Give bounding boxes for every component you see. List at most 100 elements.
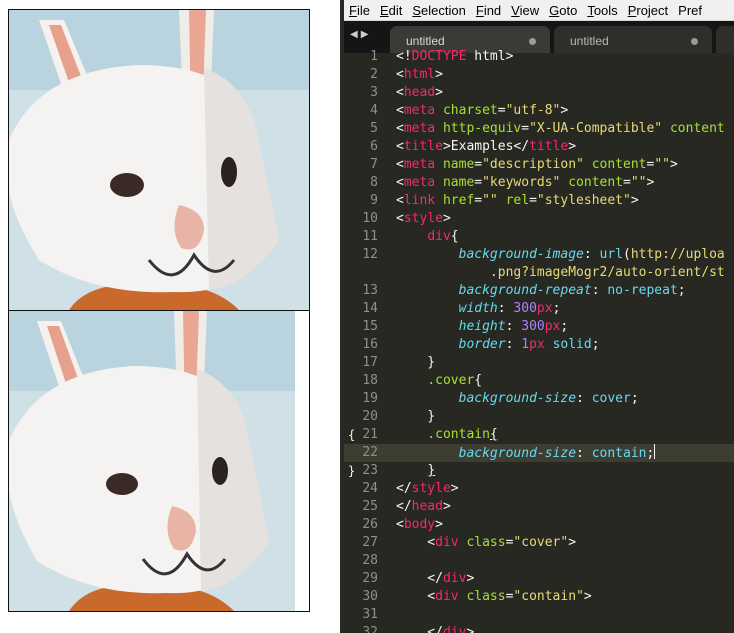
code-text: border: 1px solid;	[458, 337, 600, 352]
menu-tools[interactable]: Tools	[582, 3, 622, 18]
contain-demo-box	[8, 310, 310, 612]
code-text: .contain{	[427, 427, 498, 442]
code-line[interactable]: 9 <link href="" rel="stylesheet">	[344, 192, 734, 210]
code-line[interactable]: 26 <body>	[344, 516, 734, 534]
menu-preferences[interactable]: Pref	[673, 3, 707, 18]
line-number: 5	[370, 121, 378, 136]
code-text: <title>Examples</title>	[396, 139, 577, 154]
code-line[interactable]: 31	[344, 606, 734, 624]
line-number: 17	[362, 355, 378, 370]
code-line[interactable]: 8 <meta name="keywords" content="">	[344, 174, 734, 192]
code-line[interactable]: 23} }	[344, 462, 734, 480]
code-text: <meta name="description" content="">	[396, 157, 678, 172]
code-text: <meta http-equiv="X-UA-Compatible" conte…	[396, 121, 725, 136]
code-text: <meta name="keywords" content="">	[396, 175, 655, 190]
line-number: 32	[362, 625, 378, 633]
line-number: 8	[370, 175, 378, 190]
code-line[interactable]: 18 .cover{	[344, 372, 734, 390]
code-line[interactable]: 1 <!DOCTYPE html>	[344, 48, 734, 66]
menu-goto[interactable]: Goto	[544, 3, 582, 18]
line-number: 16	[362, 337, 378, 352]
code-text: height: 300px;	[458, 319, 569, 334]
code-line[interactable]: 11 div{	[344, 228, 734, 246]
code-text: <html>	[396, 67, 443, 82]
line-number: 25	[362, 499, 378, 514]
code-line[interactable]: 6 <title>Examples</title>	[344, 138, 734, 156]
line-number: 18	[362, 373, 378, 388]
code-line[interactable]: 7 <meta name="description" content="">	[344, 156, 734, 174]
menu-view[interactable]: View	[506, 3, 544, 18]
code-text: }	[427, 463, 436, 478]
fold-marker-icon[interactable]: {	[348, 426, 355, 444]
line-number: 11	[362, 229, 378, 244]
code-line[interactable]: 3 <head>	[344, 84, 734, 102]
unsaved-dot-icon[interactable]	[691, 38, 698, 45]
code-line[interactable]: 29 </div>	[344, 570, 734, 588]
menu-find[interactable]: Find	[471, 3, 506, 18]
code-line[interactable]: 22 background-size: contain;	[344, 444, 734, 462]
rabbit-mask-photo-cover	[9, 10, 309, 310]
menu-file[interactable]: File	[344, 3, 375, 18]
line-number: 4	[370, 103, 378, 118]
code-text: <div class="cover">	[396, 535, 577, 550]
line-number: 24	[362, 481, 378, 496]
line-number: 20	[362, 409, 378, 424]
menu-project[interactable]: Project	[623, 3, 673, 18]
code-text: <body>	[396, 517, 443, 532]
code-line[interactable]: 2 <html>	[344, 66, 734, 84]
fold-marker-icon[interactable]: }	[348, 462, 355, 480]
tab-nav-arrows-icon[interactable]: ◀▶	[350, 29, 371, 40]
code-line[interactable]: 10 <style>	[344, 210, 734, 228]
code-line[interactable]: .png?imageMogr2/auto-orient/st	[344, 264, 734, 282]
code-line[interactable]: 12 background-image: url(http://uploa	[344, 246, 734, 264]
code-area[interactable]: 1 <!DOCTYPE html> 2 <html> 3 <head> 4 <meta cha…	[344, 49, 734, 633]
line-number: 6	[370, 139, 378, 154]
line-number: 12	[362, 247, 378, 262]
line-number: 29	[362, 571, 378, 586]
code-line[interactable]: 4 <meta charset="utf-8">	[344, 102, 734, 120]
line-number: 13	[362, 283, 378, 298]
code-editor-window: File Edit Selection Find View Goto Tools…	[340, 0, 734, 633]
code-line[interactable]: 5 <meta http-equiv="X-UA-Compatible" cont…	[344, 120, 734, 138]
line-number: 9	[370, 193, 378, 208]
code-line[interactable]: 14 width: 300px;	[344, 300, 734, 318]
tab-label: untitled	[406, 34, 445, 48]
code-text: <!DOCTYPE html>	[396, 49, 514, 64]
code-line[interactable]: 27 <div class="cover">	[344, 534, 734, 552]
unsaved-dot-icon[interactable]	[529, 38, 536, 45]
code-line[interactable]: 21{ .contain{	[344, 426, 734, 444]
line-number: 15	[362, 319, 378, 334]
line-number: 27	[362, 535, 378, 550]
code-text: <link href="" rel="stylesheet">	[396, 193, 639, 208]
code-line[interactable]: 30 <div class="contain">	[344, 588, 734, 606]
code-text: background-image: url(http://uploa	[458, 247, 725, 262]
line-number: 1	[370, 49, 378, 64]
code-text: div{	[427, 229, 459, 244]
code-line[interactable]: 24 </style>	[344, 480, 734, 498]
code-line[interactable]: 17 }	[344, 354, 734, 372]
code-line[interactable]: 32 </div>	[344, 624, 734, 633]
menu-edit[interactable]: Edit	[375, 3, 407, 18]
line-number: 22	[362, 445, 378, 460]
code-text: width: 300px;	[458, 301, 561, 316]
code-line[interactable]: 28	[344, 552, 734, 570]
code-line[interactable]: 15 height: 300px;	[344, 318, 734, 336]
cover-demo-box	[8, 9, 310, 311]
line-number: 28	[362, 553, 378, 568]
line-number: 10	[362, 211, 378, 226]
code-line[interactable]: 16 border: 1px solid;	[344, 336, 734, 354]
tab-label: untitled	[570, 34, 609, 48]
code-text: background-repeat: no-repeat;	[458, 283, 686, 298]
code-text: .png?imageMogr2/auto-orient/st	[489, 265, 725, 280]
code-text: }	[396, 409, 436, 424]
line-number: 26	[362, 517, 378, 532]
code-line[interactable]: 20 }	[344, 408, 734, 426]
code-text: </div>	[396, 625, 475, 633]
code-text: </div>	[396, 571, 475, 586]
code-line[interactable]: 25 </head>	[344, 498, 734, 516]
line-number: 2	[370, 67, 378, 82]
code-line[interactable]: 13 background-repeat: no-repeat;	[344, 282, 734, 300]
menu-bar: File Edit Selection Find View Goto Tools…	[344, 0, 734, 21]
code-line[interactable]: 19 background-size: cover;	[344, 390, 734, 408]
menu-selection[interactable]: Selection	[407, 3, 470, 18]
